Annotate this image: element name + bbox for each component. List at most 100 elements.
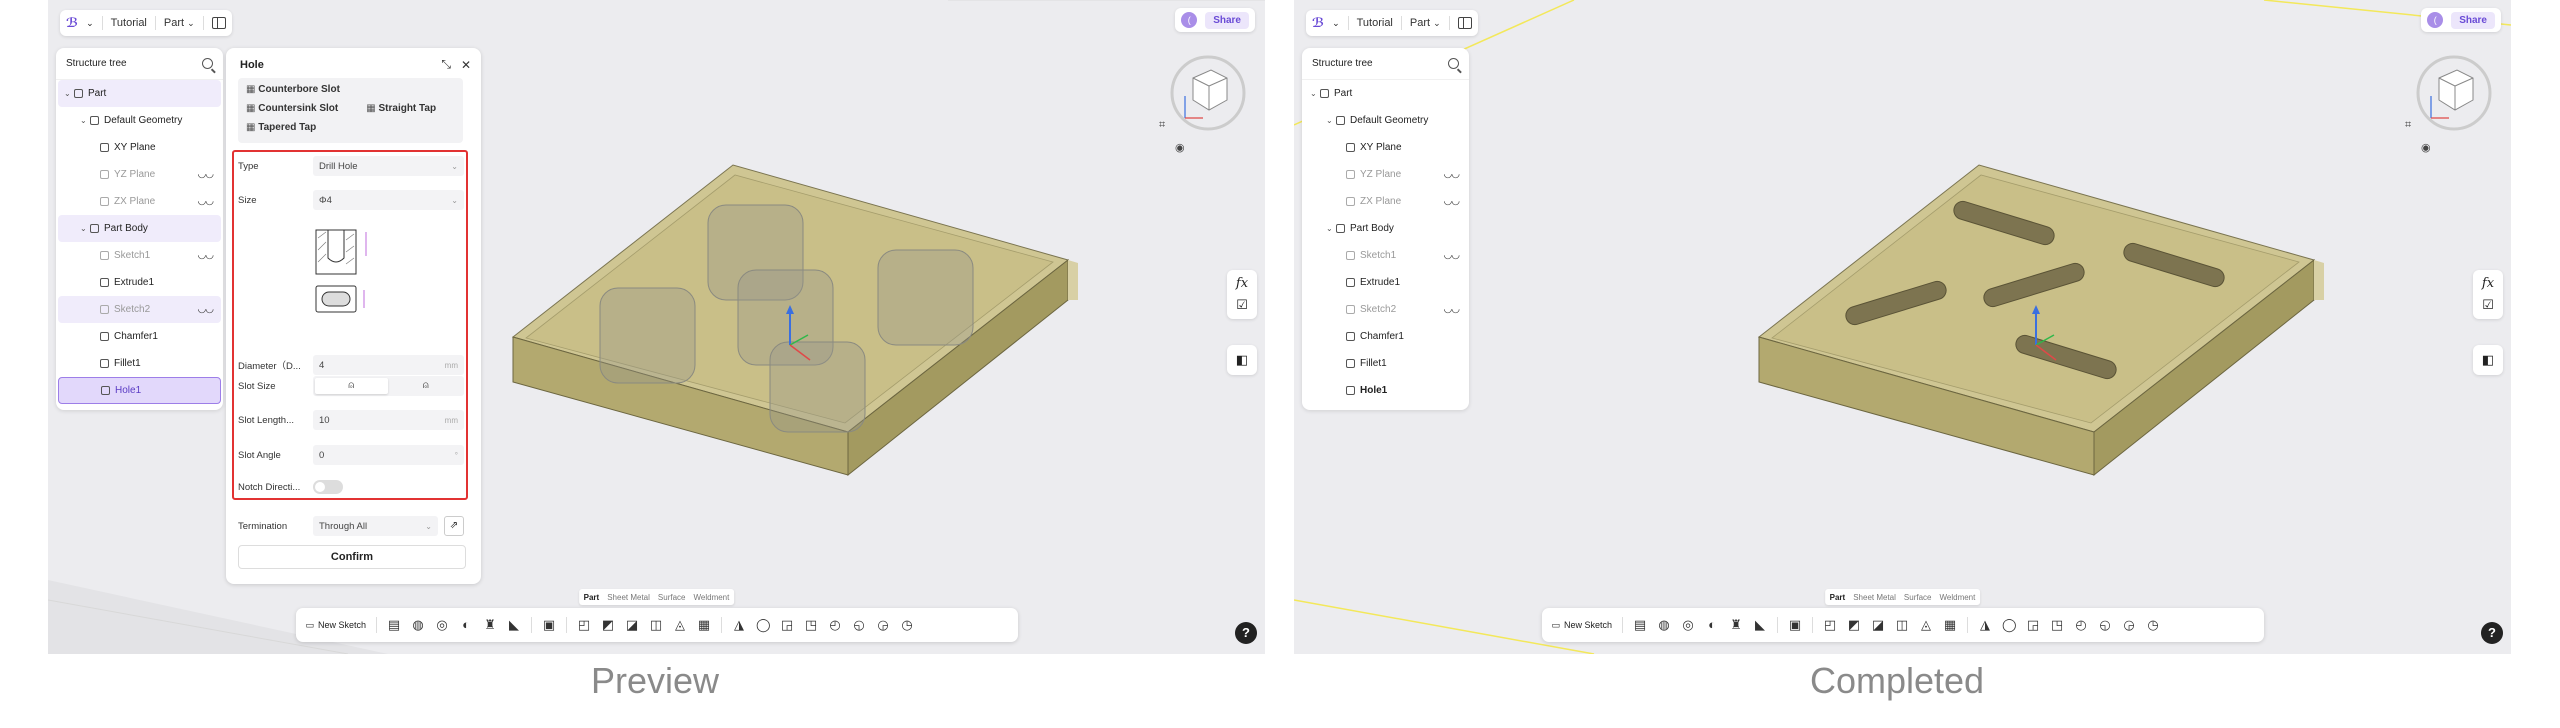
check-icon[interactable]: ☑ — [1236, 297, 1248, 313]
hole-type-counterbore-slot[interactable]: Counterbore Slot — [246, 84, 340, 95]
measure-tool-icon[interactable]: ◶ — [876, 618, 890, 632]
new-sketch-button[interactable]: ▭ New Sketch — [1552, 620, 1613, 631]
loft-tool-icon[interactable]: ◐ — [459, 618, 473, 632]
fillet-tool-icon[interactable]: ◰ — [1823, 618, 1837, 632]
measure-tool-icon[interactable]: ◶ — [2122, 618, 2136, 632]
flip-direction-icon[interactable]: ⇗ — [444, 516, 464, 536]
hole-type-countersink-slot[interactable]: Countersink Slot — [246, 103, 338, 114]
chevron-down-icon[interactable]: ⌄ — [1332, 18, 1340, 29]
completed-viewport[interactable]: ℬ ⌄ Tutorial Part ⌄ Structure tree ⌄ Part… — [1294, 0, 2511, 654]
revolve-tool-icon[interactable]: ◍ — [1657, 618, 1671, 632]
hidden-eye-icon[interactable]: ◡◡ — [1444, 196, 1460, 207]
share-button[interactable]: Share — [1205, 11, 1249, 29]
extrude-tool-icon[interactable]: ▤ — [387, 618, 401, 632]
draft-tool-icon[interactable]: ◣ — [1753, 618, 1767, 632]
shell-tool-icon[interactable]: ◪ — [1871, 618, 1885, 632]
tab-sheet-metal[interactable]: Sheet Metal — [607, 593, 650, 602]
tree-item-extrude1[interactable]: Extrude1 — [1304, 269, 1467, 296]
tree-item-hole1[interactable]: Hole1 — [1304, 377, 1467, 404]
tree-item-sketch1[interactable]: Sketch1 ◡◡ — [1304, 242, 1467, 269]
section-tool-icon[interactable]: ◷ — [2146, 618, 2160, 632]
new-sketch-button[interactable]: ▭ New Sketch — [306, 620, 367, 631]
panel-toggle-icon[interactable] — [211, 17, 226, 29]
view-mode-icon[interactable]: ◉ — [1175, 141, 1189, 155]
sweep-tool-icon[interactable]: ◎ — [1681, 618, 1695, 632]
chevron-down-icon[interactable]: ⌄ — [86, 18, 94, 29]
search-icon[interactable] — [202, 58, 213, 69]
tree-item-yz-plane[interactable]: YZ Plane ◡◡ — [1304, 161, 1467, 188]
hidden-eye-icon[interactable]: ◡◡ — [198, 169, 214, 180]
mode-select[interactable]: Part ⌄ — [164, 17, 195, 29]
tree-item-sketch2[interactable]: Sketch2 ◡◡ — [58, 296, 221, 323]
move-tool-icon[interactable]: ◲ — [2026, 618, 2040, 632]
tree-item-chamfer1[interactable]: Chamfer1 — [58, 323, 221, 350]
tree-item-zx-plane[interactable]: ZX Plane ◡◡ — [58, 188, 221, 215]
tab-part[interactable]: Part — [1830, 593, 1846, 602]
hidden-eye-icon[interactable]: ◡◡ — [1444, 304, 1460, 315]
hidden-eye-icon[interactable]: ◡◡ — [1444, 169, 1460, 180]
pattern-tool-icon[interactable]: ◮ — [1978, 618, 1992, 632]
formula-icon[interactable]: fx — [2482, 276, 2494, 291]
slot-size-option-2[interactable]: ⍝ — [390, 378, 463, 394]
type-select[interactable]: Drill Hole ⌄ — [313, 156, 464, 176]
axis-tool-icon[interactable]: ◴ — [828, 618, 842, 632]
extrude-tool-icon[interactable]: ▤ — [1633, 618, 1647, 632]
thicken-tool-icon[interactable]: ◫ — [1895, 618, 1909, 632]
tree-item-default-geometry[interactable]: ⌄ Default Geometry — [58, 107, 221, 134]
chevron-down-icon[interactable]: ⌄ — [1310, 89, 1320, 98]
combine-tool-icon[interactable]: ▦ — [1943, 618, 1957, 632]
tree-item-xy-plane[interactable]: XY Plane — [1304, 134, 1467, 161]
hole-tool-icon[interactable]: ▣ — [542, 618, 556, 632]
hole-tool-icon[interactable]: ▣ — [1788, 618, 1802, 632]
tab-surface[interactable]: Surface — [658, 593, 686, 602]
avatar[interactable]: ( — [1181, 12, 1198, 28]
termination-select[interactable]: Through All ⌄ — [313, 516, 438, 536]
move-tool-icon[interactable]: ◲ — [780, 618, 794, 632]
split-tool-icon[interactable]: ◬ — [1919, 618, 1933, 632]
thicken-tool-icon[interactable]: ◫ — [649, 618, 663, 632]
tab-part[interactable]: Part — [584, 593, 600, 602]
point-tool-icon[interactable]: ◵ — [852, 618, 866, 632]
mode-select[interactable]: Part ⌄ — [1410, 17, 1441, 29]
tab-weldment[interactable]: Weldment — [1939, 593, 1975, 602]
tree-item-part[interactable]: ⌄ Part — [58, 80, 221, 107]
tree-item-sketch1[interactable]: Sketch1 ◡◡ — [58, 242, 221, 269]
tree-item-fillet1[interactable]: Fillet1 — [1304, 350, 1467, 377]
help-button[interactable]: ? — [2481, 622, 2503, 644]
diameter-input[interactable]: 4 mm — [313, 355, 464, 375]
split-tool-icon[interactable]: ◬ — [673, 618, 687, 632]
check-icon[interactable]: ☑ — [2482, 297, 2494, 313]
table-icon[interactable]: ◧ — [1227, 345, 1257, 375]
tab-sheet-metal[interactable]: Sheet Metal — [1853, 593, 1896, 602]
tree-item-hole1[interactable]: Hole1 — [58, 377, 221, 404]
hidden-eye-icon[interactable]: ◡◡ — [198, 250, 214, 261]
tree-item-default-geometry[interactable]: ⌄ Default Geometry — [1304, 107, 1467, 134]
chevron-down-icon[interactable]: ⌄ — [80, 116, 90, 125]
chamfer-tool-icon[interactable]: ◩ — [601, 618, 615, 632]
chevron-down-icon[interactable]: ⌄ — [1326, 116, 1336, 125]
tab-surface[interactable]: Surface — [1904, 593, 1932, 602]
chevron-down-icon[interactable]: ⌄ — [1326, 224, 1336, 233]
mirror-tool-icon[interactable]: ◯ — [756, 618, 771, 632]
section-tool-icon[interactable]: ◷ — [900, 618, 914, 632]
document-name[interactable]: Tutorial — [1357, 17, 1393, 29]
view-mode-icon[interactable]: ◉ — [2421, 141, 2435, 155]
slot-length-input[interactable]: 10 mm — [313, 410, 464, 430]
panel-toggle-icon[interactable] — [1457, 17, 1472, 29]
chevron-down-icon[interactable]: ⌄ — [80, 224, 90, 233]
fillet-tool-icon[interactable]: ◰ — [577, 618, 591, 632]
slot-angle-input[interactable]: 0 ° — [313, 445, 464, 465]
plane-tool-icon[interactable]: ◳ — [804, 618, 818, 632]
tree-item-part-body[interactable]: ⌄ Part Body — [1304, 215, 1467, 242]
app-logo[interactable]: ℬ — [66, 15, 78, 31]
plane-tool-icon[interactable]: ◳ — [2050, 618, 2064, 632]
tree-item-fillet1[interactable]: Fillet1 — [58, 350, 221, 377]
3d-scene[interactable] — [1294, 0, 2511, 654]
size-select[interactable]: Φ4 ⌄ — [313, 190, 464, 210]
pattern-tool-icon[interactable]: ◮ — [732, 618, 746, 632]
shell-tool-icon[interactable]: ◪ — [625, 618, 639, 632]
close-icon[interactable]: ✕ — [461, 58, 471, 72]
rib-tool-icon[interactable]: ♜ — [1729, 618, 1743, 632]
tree-item-sketch2[interactable]: Sketch2 ◡◡ — [1304, 296, 1467, 323]
hole-type-tapered-tap[interactable]: Tapered Tap — [246, 122, 316, 133]
